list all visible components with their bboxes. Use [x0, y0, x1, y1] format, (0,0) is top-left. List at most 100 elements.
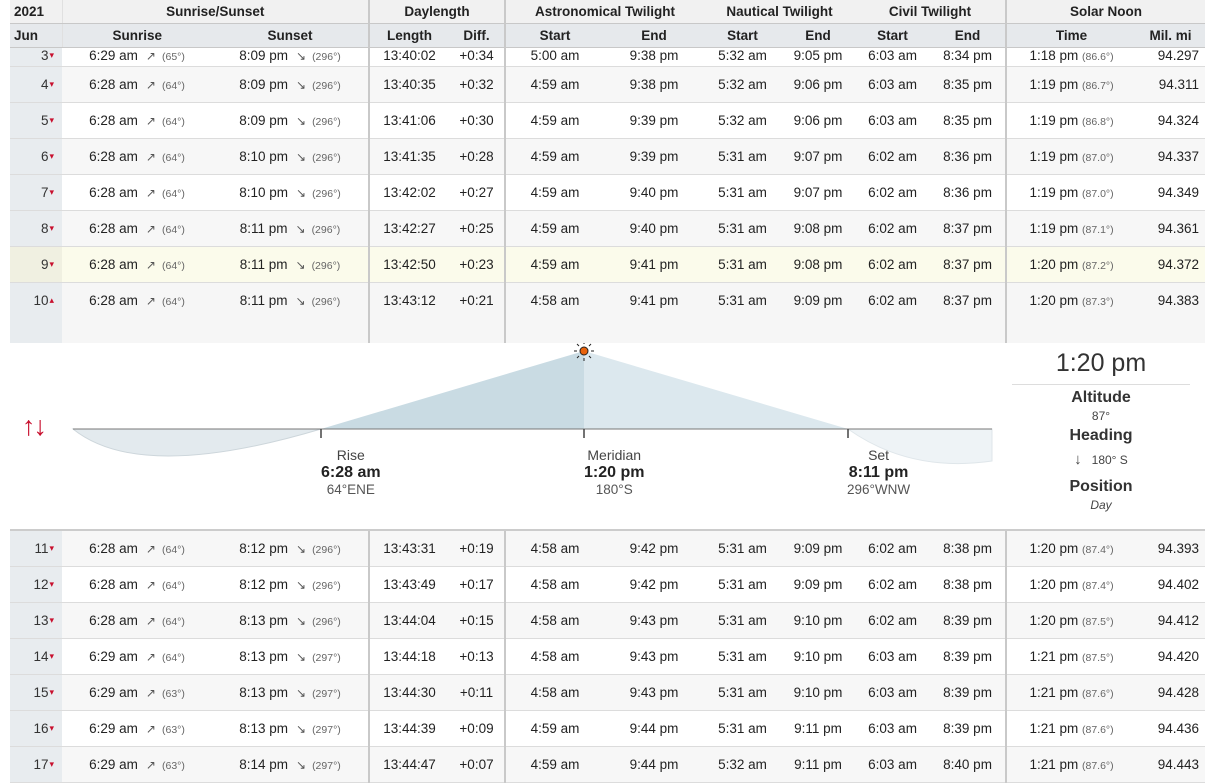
day-number: 9 — [40, 257, 49, 272]
sunrise-time: 6:29 am — [89, 721, 138, 736]
table-row[interactable]: 4▾ 6:28 am ↗ (64°) 8:09 pm ↘ (296°) 13:40:35 +0:… — [10, 66, 1206, 103]
civil-start-cell: 6:02 am — [855, 566, 931, 603]
nautical-end-cell: 9:09 pm — [781, 530, 856, 567]
solar-noon-altitude: (87.1°) — [1082, 224, 1114, 236]
solar-noon-cell: 1:21 pm (87.6°) — [1006, 674, 1137, 711]
length-cell: 13:40:02 — [369, 47, 449, 67]
sunrise-azimuth: (64°) — [161, 544, 185, 556]
day-toggle[interactable]: 9▾ — [10, 246, 62, 283]
sunrise-arrow-icon: ↗ — [145, 222, 156, 236]
day-number: 4 — [40, 77, 49, 92]
sunset-cell: 8:09 pm ↘ (296°) — [212, 66, 370, 103]
astro-end-cell: 9:41 pm — [604, 282, 705, 343]
solar-noon-altitude: (87.6°) — [1082, 760, 1114, 772]
day-toggle[interactable]: 4▾ — [10, 66, 62, 103]
day-number: 11 — [34, 541, 49, 556]
civil-start-cell: 6:03 am — [855, 674, 931, 711]
sunset-cell: 8:12 pm ↘ (296°) — [212, 530, 370, 567]
solar-noon-altitude: (87.6°) — [1082, 688, 1114, 700]
sunrise-arrow-icon: ↗ — [145, 542, 156, 556]
sunset-azimuth: (296°) — [312, 580, 341, 592]
sunset-arrow-icon: ↘ — [296, 542, 307, 556]
diff-cell: +0:17 — [449, 566, 507, 603]
day-toggle[interactable]: 15▾ — [10, 674, 62, 711]
astro-start-cell: 4:59 am — [505, 210, 605, 247]
nautical-end-cell: 9:08 pm — [781, 210, 856, 247]
table-row[interactable]: 13▾ 6:28 am ↗ (64°) 8:13 pm ↘ (296°) 13:44:04 +0… — [10, 602, 1206, 639]
table-row[interactable]: 11▾ 6:28 am ↗ (64°) 8:12 pm ↘ (296°) 13:43:31 +0… — [10, 530, 1206, 567]
table-row[interactable]: 16▾ 6:29 am ↗ (63°) 8:13 pm ↘ (297°) 13:44:39 +0… — [10, 710, 1206, 747]
astro-start-cell: 4:59 am — [505, 710, 605, 747]
sunrise-arrow-icon: ↗ — [145, 578, 156, 592]
astro-start-cell: 4:59 am — [505, 102, 605, 139]
col-header-sunrise: Sunrise — [62, 23, 212, 48]
table-row[interactable]: 8▾ 6:28 am ↗ (64°) 8:11 pm ↘ (296°) 13:42:27 +0:… — [10, 210, 1206, 247]
sunrise-time: 6:28 am — [89, 149, 138, 164]
diff-cell: +0:21 — [449, 282, 507, 343]
chevron-up-icon: ▴ — [49, 295, 54, 305]
day-toggle[interactable]: 11▾ — [10, 530, 62, 567]
diff-cell: +0:30 — [449, 102, 507, 139]
astro-start-cell: 4:58 am — [505, 530, 605, 567]
table-row[interactable]: 6▾ 6:28 am ↗ (64°) 8:10 pm ↘ (296°) 13:41:35 +0:… — [10, 138, 1206, 175]
day-toggle[interactable]: 13▾ — [10, 602, 62, 639]
sunset-arrow-icon: ↘ — [295, 258, 306, 272]
civil-end-cell: 8:36 pm — [930, 138, 1008, 175]
sunset-time: 8:13 pm — [239, 613, 288, 628]
chevron-down-icon: ▾ — [49, 687, 54, 697]
sunset-time: 8:10 pm — [239, 185, 288, 200]
sunrise-time: 6:28 am — [89, 613, 138, 628]
sunset-arrow-icon: ↘ — [296, 578, 307, 592]
sunrise-azimuth: (64°) — [161, 116, 185, 128]
distance-cell: 94.393 — [1136, 530, 1206, 567]
table-row[interactable]: 3▾ 6:29 am ↗ (65°) 8:09 pm ↘ (296°) 13:40:02 +0:… — [10, 47, 1206, 67]
col-header-length: Length — [369, 23, 449, 48]
sunset-azimuth: (297°) — [312, 688, 341, 700]
sunset-azimuth: (296°) — [312, 188, 341, 200]
sunrise-cell: 6:28 am ↗ (64°) — [62, 102, 212, 139]
day-toggle[interactable]: 3▾ — [10, 47, 62, 67]
chevron-down-icon: ▾ — [49, 651, 54, 661]
length-cell: 13:44:39 — [369, 710, 449, 747]
day-toggle[interactable]: 5▾ — [10, 102, 62, 139]
day-toggle[interactable]: 7▾ — [10, 174, 62, 211]
sunset-cell: 8:11 pm ↘ (296°) — [212, 282, 370, 343]
sunset-azimuth: (297°) — [312, 652, 341, 664]
astro-end-cell: 9:39 pm — [604, 102, 705, 139]
sunrise-time: 6:29 am — [89, 48, 138, 63]
distance-cell: 94.428 — [1136, 674, 1206, 711]
table-row[interactable]: 7▾ 6:28 am ↗ (64°) 8:10 pm ↘ (296°) 13:42:02 +0:… — [10, 174, 1206, 211]
day-area-setting — [584, 351, 848, 429]
table-row[interactable]: 12▾ 6:28 am ↗ (64°) 8:12 pm ↘ (296°) 13:43:49 +0… — [10, 566, 1206, 603]
sunrise-time: 6:28 am — [89, 113, 138, 128]
length-cell: 13:44:18 — [369, 638, 449, 675]
sunrise-arrow-icon: ↗ — [145, 186, 156, 200]
civil-start-cell: 6:02 am — [855, 602, 931, 639]
sunset-arrow-icon: ↘ — [296, 722, 307, 736]
solar-noon-cell: 1:18 pm (86.6°) — [1006, 47, 1137, 67]
table-row[interactable]: 9▾ 6:28 am ↗ (64°) 8:11 pm ↘ (296°) 13:42:50 +0:… — [10, 246, 1206, 283]
sunrise-arrow-icon: ↗ — [145, 150, 156, 164]
table-row-expanded[interactable]: 10▴ 6:28 am ↗ (64°) 8:11 pm ↘ (296°) 13:43:1… — [10, 282, 1206, 343]
length-cell: 13:41:35 — [369, 138, 449, 175]
chevron-down-icon: ▾ — [49, 115, 54, 125]
day-toggle[interactable]: 8▾ — [10, 210, 62, 247]
table-row[interactable]: 15▾ 6:29 am ↗ (63°) 8:13 pm ↘ (297°) 13:44:30 +0… — [10, 674, 1206, 711]
sunrise-arrow-icon: ↗ — [145, 49, 156, 63]
day-toggle[interactable]: 16▾ — [10, 710, 62, 747]
nautical-end-cell: 9:06 pm — [781, 66, 856, 103]
solar-noon-time: 1:20 pm — [1029, 541, 1079, 556]
table-row[interactable]: 5▾ 6:28 am ↗ (64°) 8:09 pm ↘ (296°) 13:41:06 +0:… — [10, 102, 1206, 139]
nautical-start-cell: 5:31 am — [704, 174, 782, 211]
day-toggle[interactable]: 12▾ — [10, 566, 62, 603]
diff-cell: +0:11 — [449, 674, 507, 711]
day-toggle[interactable]: 14▾ — [10, 638, 62, 675]
sunset-arrow-icon: ↘ — [296, 114, 307, 128]
day-toggle[interactable]: 10▴ — [10, 282, 62, 343]
sun-position-panel: 1:20 pm Altitude 87° Heading ↓ 180° S Pos… — [1012, 343, 1190, 512]
table-row[interactable]: 14▾ 6:29 am ↗ (64°) 8:13 pm ↘ (297°) 13:44:18 +0… — [10, 638, 1206, 675]
day-toggle[interactable]: 6▾ — [10, 138, 62, 175]
diff-cell: +0:15 — [449, 602, 507, 639]
sun-position-time: 1:20 pm — [1055, 349, 1147, 377]
astro-end-cell: 9:38 pm — [604, 47, 705, 67]
